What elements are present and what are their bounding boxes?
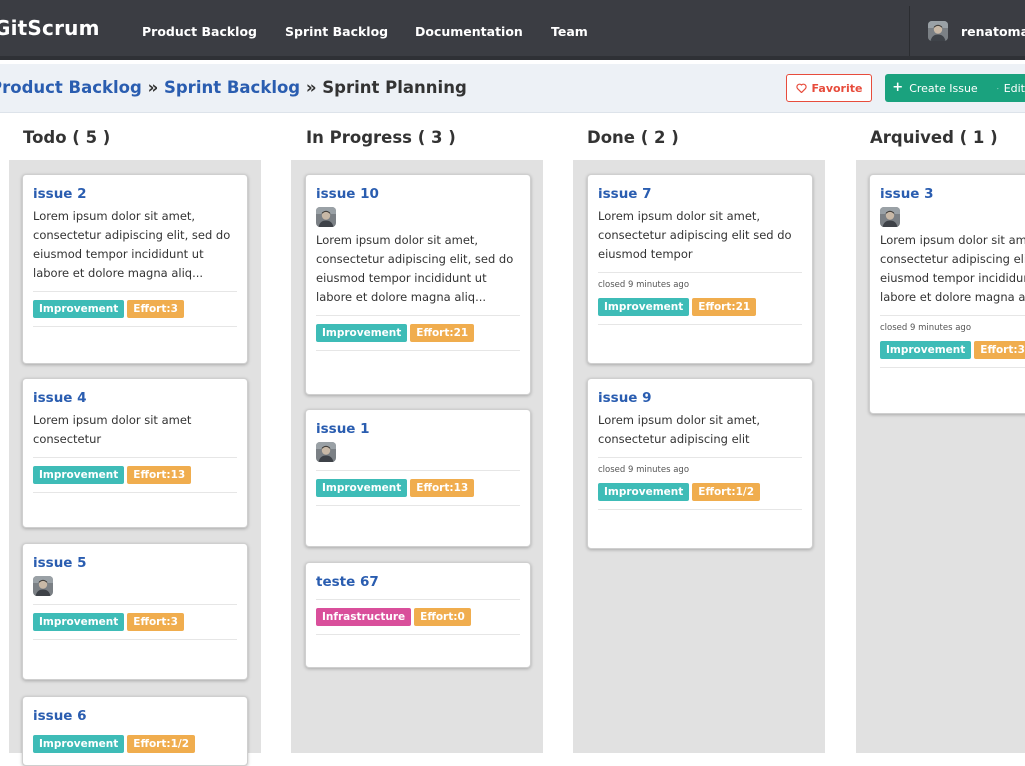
label-badge[interactable]: Improvement bbox=[33, 735, 125, 753]
label-badge[interactable]: Improvement bbox=[880, 341, 972, 359]
label-badge[interactable]: Improvement bbox=[316, 479, 408, 497]
issue-tags: Improvement Effort:3 bbox=[33, 613, 237, 631]
effort-badge[interactable]: Effort:13 bbox=[127, 466, 192, 484]
effort-badge[interactable]: Effort:3 bbox=[127, 613, 184, 631]
plus-icon: + bbox=[892, 80, 904, 95]
page-header-bar: Product Backlog » Sprint Backlog » Sprin… bbox=[0, 64, 1025, 113]
user-menu[interactable]: renatomarinho bbox=[961, 24, 1025, 39]
issue-title[interactable]: issue 6 bbox=[33, 707, 237, 725]
issue-card[interactable]: issue 7 Lorem ipsum dolor sit amet, cons… bbox=[587, 174, 813, 364]
edit-label: Edit bbox=[1003, 81, 1025, 95]
closed-timestamp: closed 9 minutes ago bbox=[598, 465, 690, 475]
top-navbar: GitScrum Product Backlog Sprint Backlog … bbox=[0, 0, 1025, 60]
issue-card[interactable]: issue 10 Lorem ipsum dolor sit amet, con… bbox=[305, 174, 531, 395]
issue-description: Lorem ipsum dolor sit amet, consectetur … bbox=[598, 209, 792, 261]
edit-button[interactable]: Edit bbox=[985, 74, 1025, 102]
assignee-avatar[interactable] bbox=[316, 207, 336, 227]
issue-description: Lorem ipsum dolor sit amet consectetur bbox=[33, 413, 192, 446]
issue-description: Lorem ipsum dolor sit amet, consectetur … bbox=[33, 209, 231, 280]
label-badge[interactable]: Improvement bbox=[598, 298, 690, 316]
pencil-icon bbox=[997, 87, 999, 89]
breadcrumb-current: Sprint Planning bbox=[322, 78, 467, 97]
effort-badge[interactable]: Effort:34 bbox=[974, 341, 1025, 359]
column-title-arquived: Arquived ( 1 ) bbox=[870, 128, 998, 147]
breadcrumb-separator: » bbox=[147, 78, 159, 97]
issue-tags: Improvement Effort:21 bbox=[316, 324, 520, 342]
breadcrumb-separator: » bbox=[305, 78, 317, 97]
effort-badge[interactable]: Effort:21 bbox=[692, 298, 757, 316]
issue-card[interactable]: issue 5 Improvement Effort:3 bbox=[22, 543, 248, 680]
issue-card[interactable]: issue 4 Lorem ipsum dolor sit amet conse… bbox=[22, 378, 248, 528]
assignee-avatar[interactable] bbox=[880, 207, 900, 227]
nav-product-backlog[interactable]: Product Backlog bbox=[142, 24, 257, 39]
issue-tags: Improvement Effort:1/2 bbox=[598, 483, 802, 501]
issue-title[interactable]: issue 1 bbox=[316, 420, 520, 438]
issue-title[interactable]: issue 3 bbox=[880, 185, 1025, 203]
issue-title[interactable]: issue 5 bbox=[33, 554, 237, 572]
issue-title[interactable]: issue 2 bbox=[33, 185, 237, 203]
heart-outline-icon bbox=[795, 83, 807, 93]
effort-badge[interactable]: Effort:0 bbox=[414, 608, 471, 626]
closed-timestamp: closed 9 minutes ago bbox=[880, 323, 972, 333]
label-badge[interactable]: Improvement bbox=[598, 483, 690, 501]
create-issue-button[interactable]: + Create Issue bbox=[885, 74, 985, 102]
column-title-done: Done ( 2 ) bbox=[587, 128, 679, 147]
issue-card[interactable]: issue 1 Improvement Effort:13 bbox=[305, 409, 531, 547]
assignee-avatar[interactable] bbox=[316, 442, 336, 462]
issue-card[interactable]: issue 9 Lorem ipsum dolor sit amet, cons… bbox=[587, 378, 813, 549]
effort-badge[interactable]: Effort:13 bbox=[410, 479, 475, 497]
assignee-avatar[interactable] bbox=[33, 576, 53, 596]
label-badge[interactable]: Improvement bbox=[33, 466, 125, 484]
issue-title[interactable]: teste 67 bbox=[316, 573, 520, 591]
issue-title[interactable]: issue 4 bbox=[33, 389, 237, 407]
issue-description: Lorem ipsum dolor sit amet, consectetur … bbox=[316, 233, 514, 304]
nav-team[interactable]: Team bbox=[551, 24, 588, 39]
effort-badge[interactable]: Effort:3 bbox=[127, 300, 184, 318]
user-avatar[interactable] bbox=[928, 21, 948, 41]
label-badge[interactable]: Improvement bbox=[33, 613, 125, 631]
favorite-button[interactable]: Favorite bbox=[786, 74, 872, 102]
label-badge[interactable]: Improvement bbox=[33, 300, 125, 318]
issue-tags: Improvement Effort:3 bbox=[33, 300, 237, 318]
nav-divider bbox=[909, 6, 910, 56]
issue-card[interactable]: issue 3 Lorem ipsum dolor sit amet, cons… bbox=[869, 174, 1025, 414]
create-issue-label: Create Issue bbox=[909, 81, 978, 95]
issue-card[interactable]: teste 67 Infrastructure Effort:0 bbox=[305, 562, 531, 668]
effort-badge[interactable]: Effort:21 bbox=[410, 324, 475, 342]
nav-sprint-backlog[interactable]: Sprint Backlog bbox=[285, 24, 388, 39]
issue-description: Lorem ipsum dolor sit amet, consectetur … bbox=[880, 233, 1025, 304]
issue-card[interactable]: issue 2 Lorem ipsum dolor sit amet, cons… bbox=[22, 174, 248, 364]
effort-badge[interactable]: Effort:1/2 bbox=[692, 483, 761, 501]
issue-tags: Improvement Effort:21 bbox=[598, 298, 802, 316]
issue-card[interactable]: issue 6 Improvement Effort:1/2 bbox=[22, 696, 248, 766]
nav-documentation[interactable]: Documentation bbox=[415, 24, 523, 39]
column-title-in-progress: In Progress ( 3 ) bbox=[306, 128, 456, 147]
issue-description: Lorem ipsum dolor sit amet, consectetur … bbox=[598, 413, 761, 446]
brand-text: GitScrum bbox=[0, 16, 100, 40]
favorite-label: Favorite bbox=[811, 81, 863, 95]
issue-tags: Improvement Effort:34 bbox=[880, 341, 1025, 359]
issue-tags: Improvement Effort:1/2 bbox=[33, 735, 237, 753]
issue-title[interactable]: issue 9 bbox=[598, 389, 802, 407]
breadcrumb-product-backlog[interactable]: Product Backlog bbox=[0, 78, 142, 97]
issue-tags: Infrastructure Effort:0 bbox=[316, 608, 520, 626]
column-title-todo: Todo ( 5 ) bbox=[23, 128, 111, 147]
closed-timestamp: closed 9 minutes ago bbox=[598, 280, 690, 290]
issue-tags: Improvement Effort:13 bbox=[316, 479, 520, 497]
issue-title[interactable]: issue 10 bbox=[316, 185, 520, 203]
brand-logo[interactable]: GitScrum bbox=[0, 16, 100, 40]
breadcrumb: Product Backlog » Sprint Backlog » Sprin… bbox=[0, 78, 467, 97]
issue-title[interactable]: issue 7 bbox=[598, 185, 802, 203]
breadcrumb-sprint-backlog[interactable]: Sprint Backlog bbox=[164, 78, 300, 97]
effort-badge[interactable]: Effort:1/2 bbox=[127, 735, 196, 753]
label-badge[interactable]: Improvement bbox=[316, 324, 408, 342]
label-badge[interactable]: Infrastructure bbox=[316, 608, 412, 626]
issue-tags: Improvement Effort:13 bbox=[33, 466, 237, 484]
